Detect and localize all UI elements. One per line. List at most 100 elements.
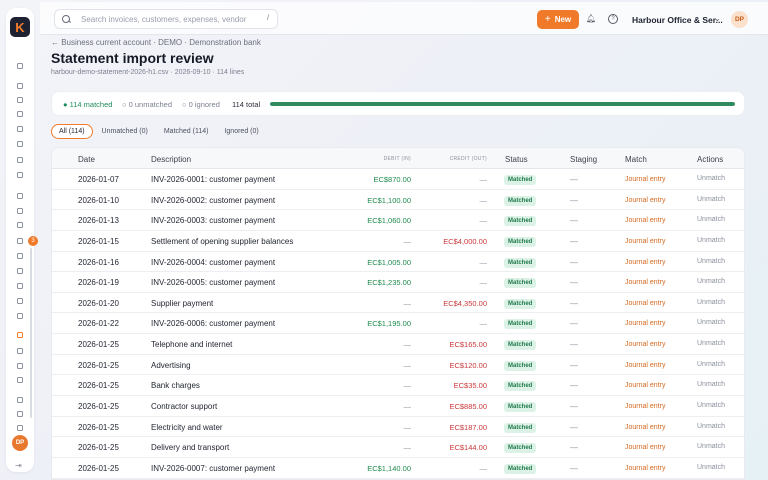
filter-tab[interactable]: Matched (114) xyxy=(157,124,216,139)
col-debit[interactable]: DEBIT (IN) xyxy=(384,156,411,162)
table-row[interactable]: 2026-01-20 Supplier payment — EC$4,350.00 Ma… xyxy=(52,293,744,314)
table-row[interactable]: 2026-01-25 Bank charges — EC$35.00 Matched — J… xyxy=(52,375,744,397)
cart-icon[interactable] xyxy=(15,266,25,276)
unmatch-button[interactable]: Unmatch xyxy=(697,464,725,471)
unmatch-button[interactable]: Unmatch xyxy=(697,423,725,430)
table-row[interactable]: 2026-01-15 Settlement of opening supplier… xyxy=(52,231,744,252)
journal-entry-link[interactable]: Journal entry xyxy=(625,341,665,348)
filter-tab[interactable]: All (114) xyxy=(51,124,93,139)
journal-entry-link[interactable]: Journal entry xyxy=(625,382,665,389)
journal-entry-link[interactable]: Journal entry xyxy=(625,403,665,410)
col-credit[interactable]: CREDIT (OUT) xyxy=(450,156,487,162)
table-row[interactable]: 2026-01-25 Electricity and water — EC$187.0… xyxy=(52,417,744,438)
copy-icon[interactable] xyxy=(15,220,25,230)
col-match[interactable]: Match xyxy=(625,155,647,164)
table-row[interactable]: 2026-01-25 Telephone and internet — EC$165.… xyxy=(52,334,744,355)
unmatch-button[interactable]: Unmatch xyxy=(697,402,725,409)
table-row[interactable]: 2026-01-10 INV-2026-0002: customer paymen… xyxy=(52,190,744,211)
table-row[interactable]: 2026-01-25 Contractor support — EC$885.00 Ma… xyxy=(52,396,744,417)
row-description: Supplier payment xyxy=(151,298,214,308)
filter-tabs: All (114) Unmatched (0) Matched (114) Ignor… xyxy=(51,124,266,139)
unmatch-button[interactable]: Unmatch xyxy=(697,258,725,265)
user-avatar[interactable]: DP xyxy=(731,11,748,28)
layers-icon[interactable] xyxy=(15,81,25,91)
bell-icon[interactable]: 🔔︎ xyxy=(586,14,596,24)
unmatch-button[interactable]: Unmatch xyxy=(697,381,725,388)
search-input[interactable] xyxy=(81,14,261,24)
journal-entry-link[interactable]: Journal entry xyxy=(625,238,665,245)
unmatch-button[interactable]: Unmatch xyxy=(697,443,725,450)
file-icon[interactable] xyxy=(15,236,25,246)
journal-entry-link[interactable]: Journal entry xyxy=(625,217,665,224)
file-icon[interactable] xyxy=(15,281,25,291)
settings-icon[interactable] xyxy=(15,423,25,433)
row-credit: — xyxy=(479,278,488,288)
journal-entry-link[interactable]: Journal entry xyxy=(625,362,665,369)
journal-entry-link[interactable]: Journal entry xyxy=(625,424,665,431)
unmatch-button[interactable]: Unmatch xyxy=(697,299,725,306)
sidebar-avatar[interactable]: DP xyxy=(12,435,28,451)
receipt-icon[interactable] xyxy=(15,155,25,165)
file-icon[interactable] xyxy=(15,124,25,134)
unmatch-button[interactable]: Unmatch xyxy=(697,196,725,203)
chevron-down-icon[interactable]: ⌄ xyxy=(714,14,721,23)
col-staging[interactable]: Staging xyxy=(570,155,597,164)
breadcrumb[interactable]: ← Business current account · DEMO · Demo… xyxy=(51,38,261,47)
play-icon[interactable] xyxy=(15,361,25,371)
layers-icon-glyph xyxy=(17,83,23,89)
search-box[interactable]: / xyxy=(54,9,278,29)
table-row[interactable]: 2026-01-25 Advertising — EC$120.00 Matched — J… xyxy=(52,355,744,376)
unmatch-button[interactable]: Unmatch xyxy=(697,216,725,223)
journal-entry-link[interactable]: Journal entry xyxy=(625,197,665,204)
unmatch-button[interactable]: Unmatch xyxy=(697,237,725,244)
new-button[interactable]: + New xyxy=(537,10,579,29)
table-row[interactable]: 2026-01-16 INV-2026-0004: customer paymen… xyxy=(52,252,744,273)
book-icon[interactable] xyxy=(15,330,25,340)
filter-tab[interactable]: Unmatched (0) xyxy=(95,124,155,139)
refresh-icon[interactable] xyxy=(15,251,25,261)
logout-icon[interactable]: ⇥ xyxy=(15,461,22,470)
list-icon[interactable] xyxy=(15,296,25,306)
app-logo[interactable]: K xyxy=(10,17,30,37)
table-row[interactable]: 2026-01-22 INV-2026-0006: customer paymen… xyxy=(52,313,744,335)
journal-entry-link[interactable]: Journal entry xyxy=(625,279,665,286)
unmatch-button[interactable]: Unmatch xyxy=(697,278,725,285)
filter-tab[interactable]: Ignored (0) xyxy=(217,124,265,139)
sidebar-scrollbar[interactable] xyxy=(30,248,32,418)
row-status: Matched xyxy=(504,236,537,247)
bank-icon[interactable] xyxy=(15,206,25,216)
table-row[interactable]: 2026-01-07 INV-2026-0001: customer paymen… xyxy=(52,169,744,190)
table-row[interactable]: 2026-01-25 INV-2026-0007: customer paymen… xyxy=(52,458,744,479)
book-icon[interactable] xyxy=(15,346,25,356)
table-row[interactable]: 2026-01-13 INV-2026-0003: customer paymen… xyxy=(52,210,744,231)
organization-switcher[interactable]: Harbour Office & Ser... xyxy=(632,15,723,25)
card-icon[interactable] xyxy=(15,375,25,385)
row-debit: EC$1,140.00 xyxy=(367,463,411,473)
refresh-icon[interactable] xyxy=(15,409,25,419)
invoice-icon[interactable] xyxy=(15,109,25,119)
box-icon[interactable] xyxy=(15,95,25,105)
unmatch-button[interactable]: Unmatch xyxy=(697,175,725,182)
unmatch-button[interactable]: Unmatch xyxy=(697,340,725,347)
col-date[interactable]: Date xyxy=(78,155,95,164)
col-description[interactable]: Description xyxy=(151,155,191,164)
table-row[interactable]: 2026-01-25 Delivery and transport — EC$144.… xyxy=(52,437,744,458)
file-icon[interactable] xyxy=(15,139,25,149)
journal-entry-link[interactable]: Journal entry xyxy=(625,176,665,183)
journal-entry-link[interactable]: Journal entry xyxy=(625,300,665,307)
file-icon[interactable] xyxy=(15,191,25,201)
help-icon[interactable]: ? xyxy=(608,14,618,24)
journal-entry-link[interactable]: Journal entry xyxy=(625,259,665,266)
unmatch-button[interactable]: Unmatch xyxy=(697,361,725,368)
grid-icon[interactable] xyxy=(15,395,25,405)
clock-icon[interactable] xyxy=(15,170,25,180)
journal-entry-link[interactable]: Journal entry xyxy=(625,465,665,472)
col-status[interactable]: Status xyxy=(505,155,528,164)
table-row[interactable]: 2026-01-19 INV-2026-0005: customer paymen… xyxy=(52,272,744,293)
truck-icon[interactable] xyxy=(15,311,25,321)
home-icon[interactable] xyxy=(15,61,25,71)
unmatch-button[interactable]: Unmatch xyxy=(697,319,725,326)
row-debit: — xyxy=(403,381,412,391)
journal-entry-link[interactable]: Journal entry xyxy=(625,444,665,451)
journal-entry-link[interactable]: Journal entry xyxy=(625,320,665,327)
